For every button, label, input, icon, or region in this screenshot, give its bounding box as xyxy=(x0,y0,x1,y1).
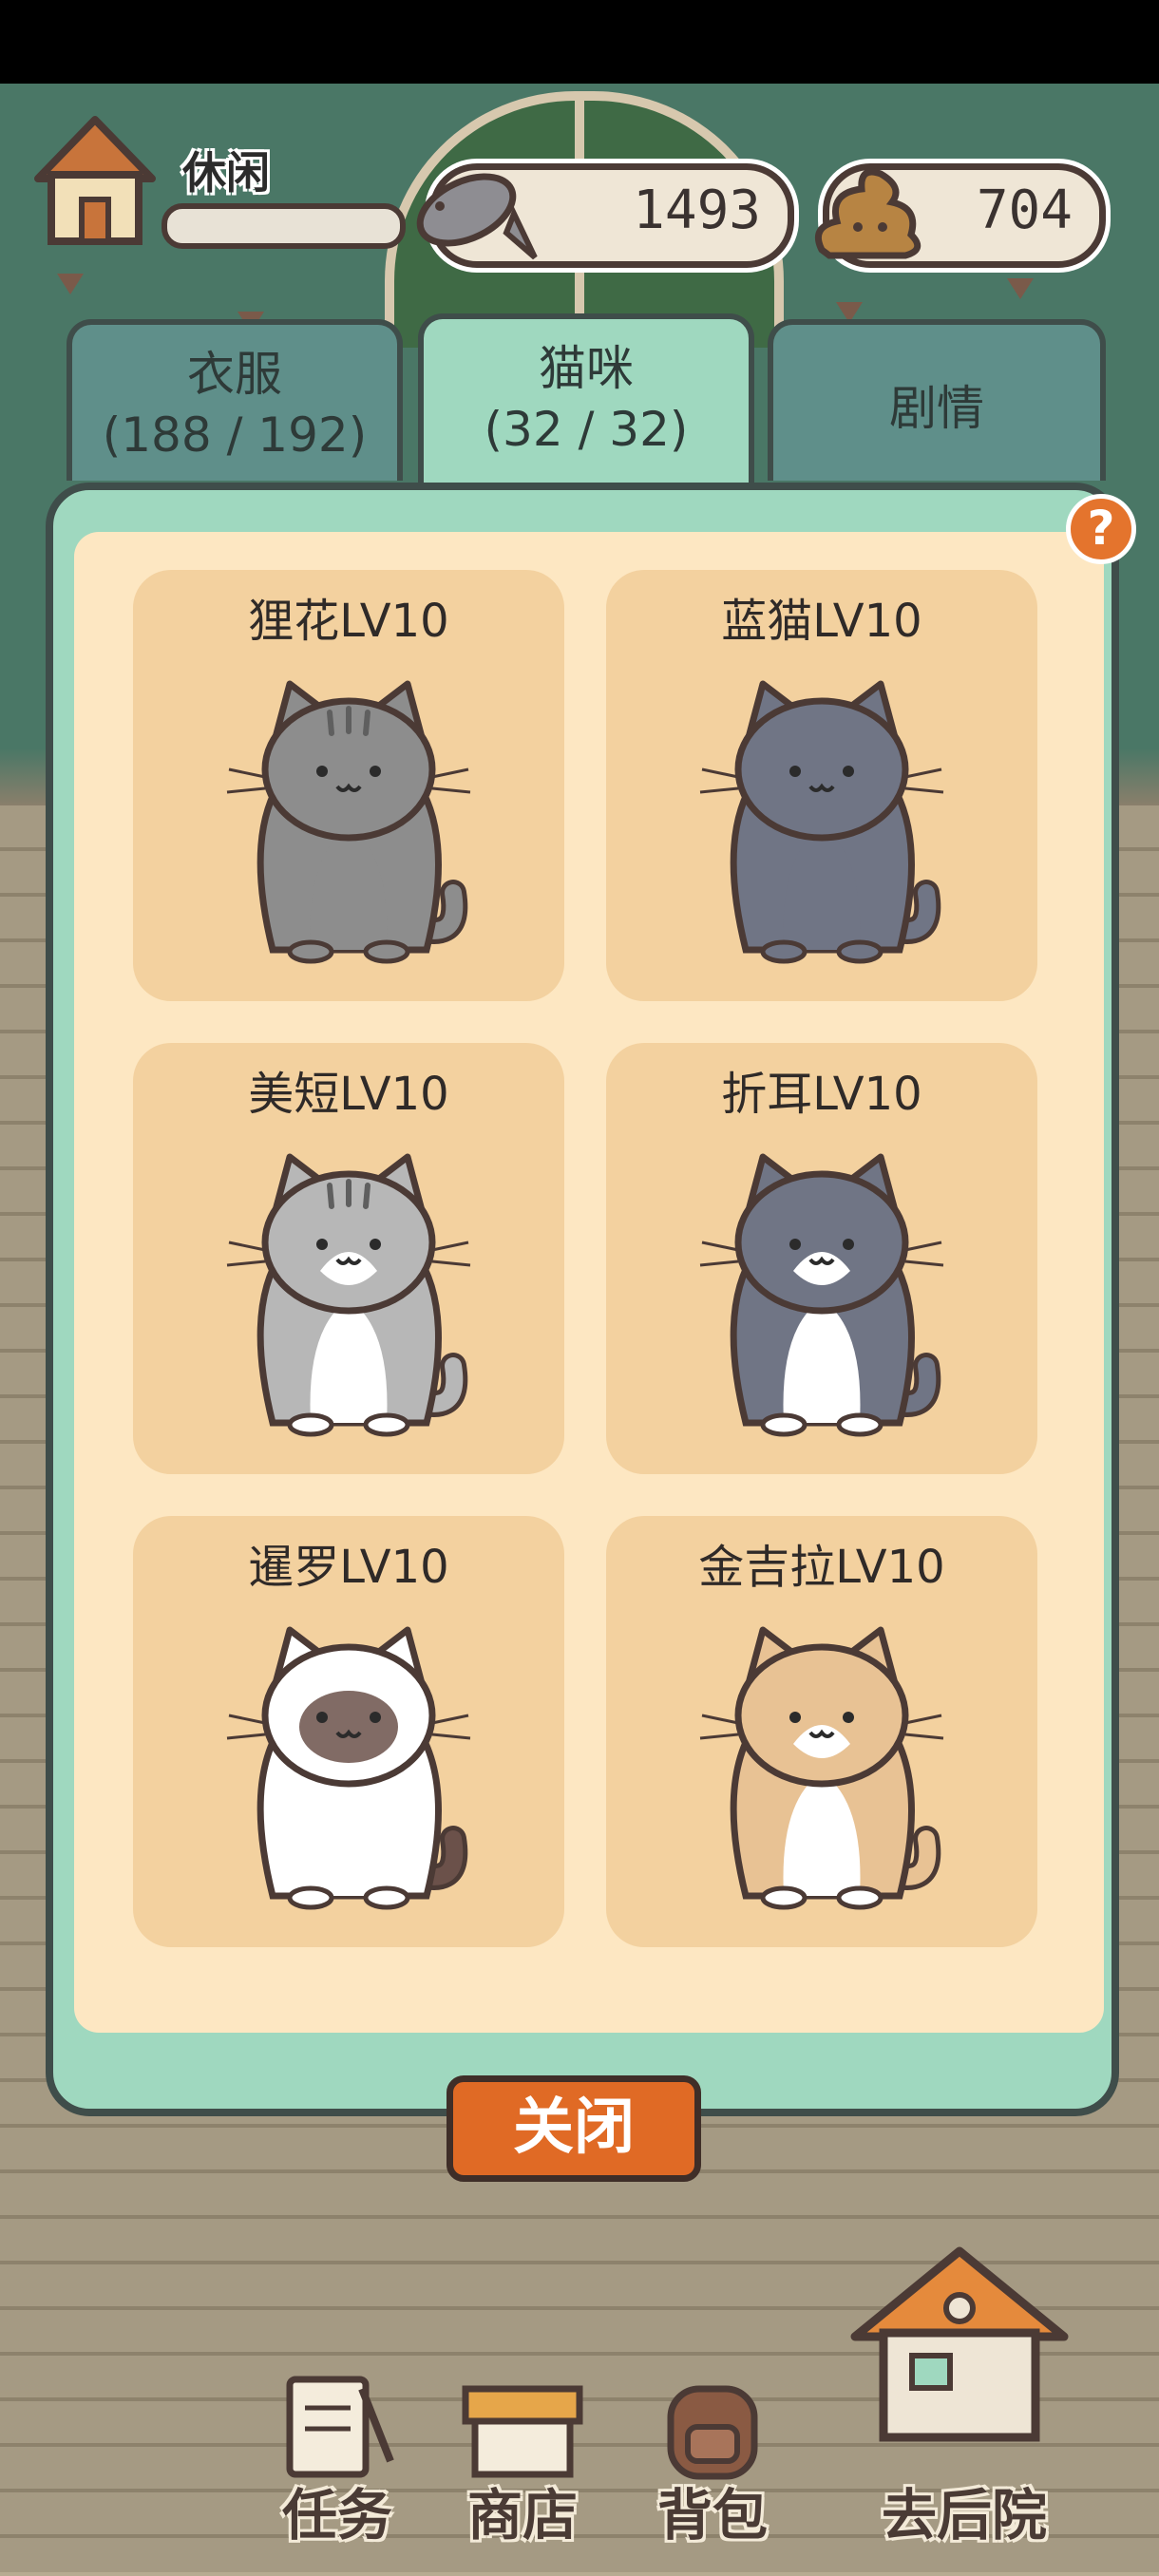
tab-clothes[interactable]: 衣服 (188 / 192) xyxy=(66,319,403,481)
close-button[interactable]: 关闭 xyxy=(446,2075,701,2182)
cat-card[interactable]: 狸花LV10 xyxy=(133,570,564,1001)
cat-name: 暹罗LV10 xyxy=(248,1541,449,1594)
cat-name: 美短LV10 xyxy=(248,1068,449,1121)
tab-cats[interactable]: 猫咪 (32 / 32) xyxy=(418,313,754,490)
cat-grid[interactable]: 狸花LV10 蓝猫LV10 美短LV10 折耳LV10 暹罗LV10 金吉拉LV10 xyxy=(74,532,1104,2033)
blue-cat-icon xyxy=(699,680,944,964)
cat-card[interactable]: 金吉拉LV10 xyxy=(606,1516,1037,1947)
nav-shop-button[interactable]: 商店 xyxy=(437,2370,608,2550)
tabby-cat-icon xyxy=(226,680,471,964)
fish-icon xyxy=(416,173,538,260)
nav-label: 背包 xyxy=(656,2483,768,2548)
nav-label: 去后院 xyxy=(881,2483,1047,2548)
bunting-flag xyxy=(1007,278,1034,299)
tab-count: (188 / 192) xyxy=(102,407,368,463)
siamese-cat-icon xyxy=(226,1626,471,1910)
poop-currency[interactable]: 704 xyxy=(815,163,1106,268)
cat-card[interactable]: 蓝猫LV10 xyxy=(606,570,1037,1001)
cat-name: 金吉拉LV10 xyxy=(698,1541,945,1594)
tab-label: 衣服 xyxy=(187,347,282,402)
fish-amount: 1493 xyxy=(633,180,761,241)
status-bar xyxy=(0,0,1159,84)
help-button[interactable]: ? xyxy=(1066,494,1136,564)
backpack-icon xyxy=(667,2385,758,2480)
nav-label: 商店 xyxy=(466,2483,578,2548)
nav-label: 任务 xyxy=(281,2483,392,2548)
nav-backpack-button[interactable]: 背包 xyxy=(627,2370,798,2550)
bunting-flag xyxy=(57,274,84,294)
shop-icon xyxy=(462,2385,583,2478)
cat-name: 蓝猫LV10 xyxy=(721,595,922,648)
status-label: 休闲 xyxy=(182,147,270,199)
fold-cat-icon xyxy=(699,1153,944,1437)
mood-progress-bar xyxy=(162,203,406,249)
task-icon xyxy=(286,2376,394,2478)
shorthair-cat-icon xyxy=(226,1153,471,1437)
backyard-house-icon xyxy=(850,2246,1069,2442)
tab-label: 剧情 xyxy=(889,381,984,436)
cat-name: 折耳LV10 xyxy=(721,1068,922,1121)
poop-amount: 704 xyxy=(976,180,1073,241)
tab-story[interactable]: 剧情 xyxy=(768,319,1106,481)
nav-task-button[interactable]: 任务 xyxy=(252,2370,423,2550)
nav-backyard-button[interactable]: 去后院 xyxy=(808,2242,1121,2550)
cat-card[interactable]: 美短LV10 xyxy=(133,1043,564,1474)
house-level-icon[interactable] xyxy=(28,112,162,255)
fish-currency[interactable]: 1493 xyxy=(416,163,794,268)
tab-count: (32 / 32) xyxy=(484,402,689,457)
poop-icon xyxy=(815,168,922,259)
cat-name: 狸花LV10 xyxy=(248,595,449,648)
tab-label: 猫咪 xyxy=(539,341,634,396)
cat-card[interactable]: 暹罗LV10 xyxy=(133,1516,564,1947)
cat-card[interactable]: 折耳LV10 xyxy=(606,1043,1037,1474)
chinchilla-cat-icon xyxy=(699,1626,944,1910)
